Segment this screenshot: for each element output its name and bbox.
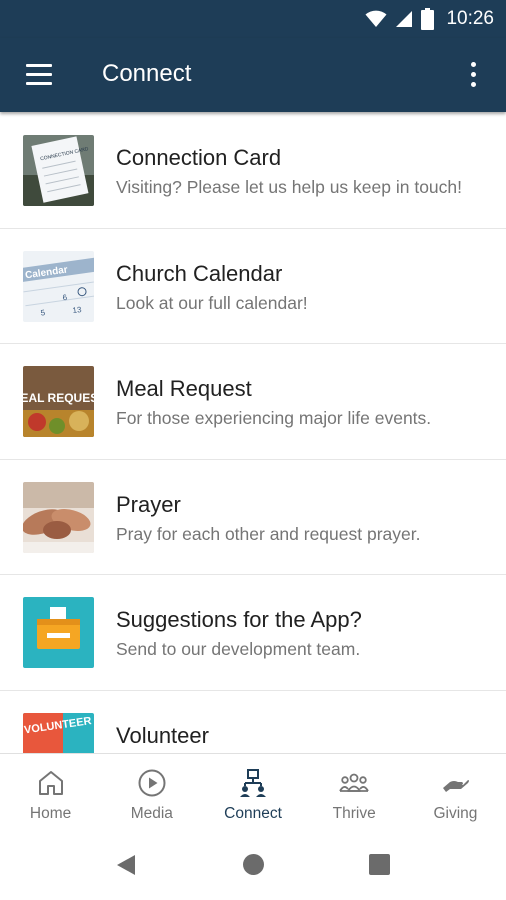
nav-label: Media [130,805,173,822]
item-subtitle: Pray for each other and request prayer. [116,523,421,544]
more-options-icon[interactable] [462,60,486,90]
meal-request-thumb-text: MEAL REQUEST [23,391,94,405]
nav-item-giving[interactable]: Giving [405,754,506,831]
item-title: Suggestions for the App? [116,607,362,632]
back-icon[interactable] [115,853,137,877]
item-subtitle: Look at our full calendar! [116,292,308,313]
group-icon [339,773,369,792]
prayer-thumbnail [23,481,94,553]
status-time: 10:26 [446,8,494,29]
church-calendar-thumbnail: Calendar 5 6 13 [23,250,94,322]
list-item-meal-request[interactable]: MEAL REQUEST Meal Request For those expe… [0,344,506,460]
list-item-church-calendar[interactable]: Calendar 5 6 13 Church Calendar Look at … [0,229,506,344]
nav-item-thrive[interactable]: Thrive [304,754,405,831]
list-item-volunteer[interactable]: VOLUNTEER NEEDED Volunteer [0,691,506,753]
item-subtitle: Visiting? Please let us help us keep in … [116,177,463,197]
giving-hand-icon [443,780,470,792]
item-title: Prayer [116,491,181,517]
signal-icon [396,11,413,27]
connect-list[interactable]: CONNECTION CARD Connection Card Visiting… [0,113,506,753]
page-title: Connect [102,60,192,87]
app-bar: Connect [0,38,506,112]
svg-text:13: 13 [72,304,83,314]
home-icon [38,771,63,795]
connection-card-thumbnail: CONNECTION CARD [23,135,94,206]
item-subtitle: For those experiencing major life events… [116,408,432,428]
recent-apps-icon[interactable] [369,854,390,875]
suggestions-thumbnail [23,597,94,668]
item-title: Volunteer [116,722,209,748]
volunteer-thumbnail: VOLUNTEER NEEDED [23,712,94,753]
nav-label: Giving [433,805,478,822]
nav-item-connect[interactable]: Connect [202,754,303,831]
connect-icon [240,769,266,797]
home-button-icon[interactable] [243,854,264,875]
nav-label: Connect [224,805,282,822]
item-subtitle: Send to our development team. [116,639,361,659]
list-item-suggestions[interactable]: Suggestions for the App? Send to our dev… [0,575,506,691]
item-title: Church Calendar [116,260,283,286]
nav-item-home[interactable]: Home [0,754,101,831]
system-navigation-bar [0,831,506,900]
battery-icon [421,8,435,30]
bottom-navigation: Home Media Connect Thrive Giving [0,753,506,831]
status-bar: 10:26 [0,0,506,38]
item-title: Connection Card [116,145,282,170]
meal-request-thumbnail: MEAL REQUEST [23,366,94,437]
list-item-prayer[interactable]: Prayer Pray for each other and request p… [0,460,506,575]
list-item-connection-card[interactable]: CONNECTION CARD Connection Card Visiting… [0,113,506,229]
nav-label: Home [29,805,72,822]
nav-item-media[interactable]: Media [101,754,202,831]
play-circle-icon [138,769,166,797]
item-title: Meal Request [116,376,252,401]
nav-label: Thrive [332,805,376,822]
wifi-icon [365,10,387,27]
menu-icon[interactable] [24,62,54,88]
